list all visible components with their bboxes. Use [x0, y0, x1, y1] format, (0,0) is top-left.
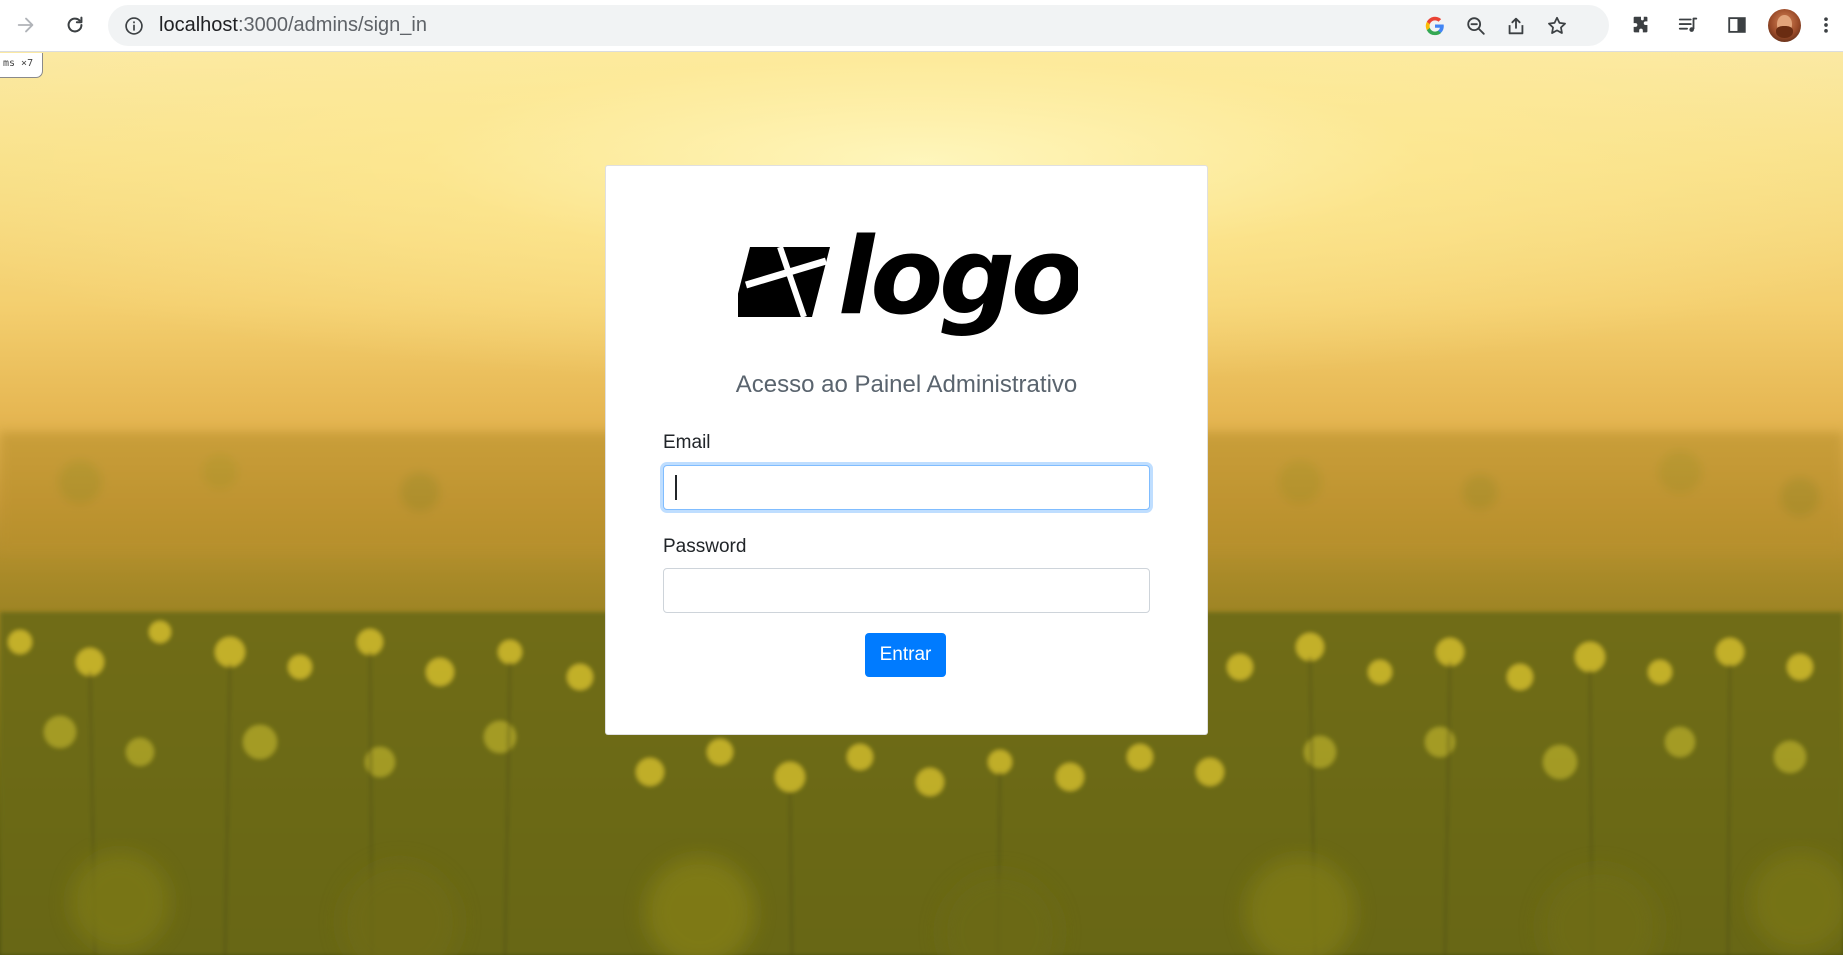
site-info-icon[interactable] — [124, 16, 144, 36]
media-queue-icon — [1678, 17, 1698, 32]
bookmark-star-icon[interactable] — [1545, 14, 1569, 38]
side-panel-button[interactable] — [1722, 10, 1752, 40]
side-panel-icon — [1728, 17, 1746, 33]
avatar-beard — [1776, 26, 1793, 38]
email-field[interactable] — [663, 465, 1150, 510]
address-bar[interactable]: localhost:3000/admins/sign_in — [108, 5, 1609, 46]
forward-button[interactable] — [11, 10, 41, 40]
url-text[interactable]: localhost:3000/admins/sign_in — [159, 5, 427, 46]
password-label: Password — [663, 536, 747, 557]
zoom-out-icon[interactable] — [1464, 14, 1488, 38]
logo-wordmark: logo — [838, 221, 1078, 338]
share-icon[interactable] — [1504, 14, 1528, 38]
reload-icon — [67, 16, 83, 33]
logo-mark-icon — [738, 246, 830, 318]
url-path: :3000/admins/sign_in — [237, 14, 427, 36]
text-caret — [675, 475, 677, 500]
dev-timing-badge[interactable]: ms ×7 — [0, 53, 44, 78]
reload-button[interactable] — [60, 10, 90, 40]
page-subtitle: Acesso ao Painel Administrativo — [735, 371, 1078, 398]
extensions-button[interactable] — [1626, 10, 1656, 40]
more-menu-icon — [1824, 17, 1828, 33]
profile-avatar[interactable] — [1768, 9, 1801, 42]
submit-button[interactable]: Entrar — [865, 633, 946, 677]
extensions-icon — [1633, 16, 1648, 33]
google-icon[interactable] — [1423, 14, 1447, 38]
url-host: localhost — [159, 14, 238, 36]
brand-logo: logo — [738, 221, 1078, 338]
media-queue-button[interactable] — [1673, 10, 1703, 40]
more-menu-button[interactable] — [1816, 10, 1836, 40]
login-page-background: logo Acesso ao Painel Administrativo Ema… — [0, 52, 1843, 955]
browser-toolbar: localhost:3000/admins/sign_in — [0, 0, 1843, 52]
password-field[interactable] — [663, 568, 1150, 613]
forward-icon — [17, 17, 34, 33]
email-label: Email — [663, 432, 711, 453]
login-card: logo Acesso ao Painel Administrativo Ema… — [605, 165, 1208, 735]
